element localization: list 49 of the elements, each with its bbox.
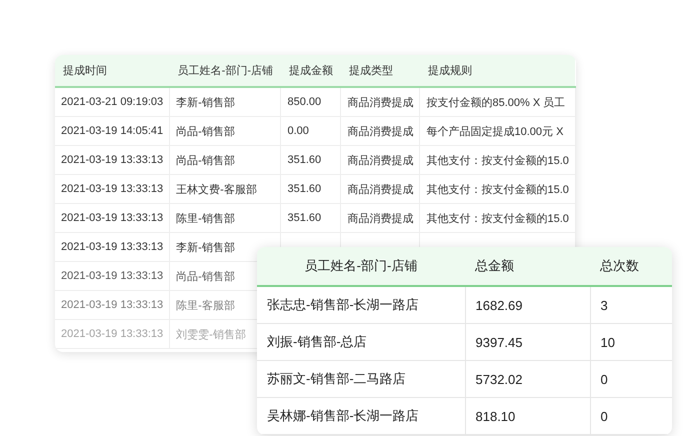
table-cell: 商品消费提成 xyxy=(340,146,420,174)
table-cell: 其他支付：按支付金额的15.0 xyxy=(420,174,576,204)
table-cell: 2021-03-19 13:33:13 xyxy=(55,174,170,204)
table-cell: 351.60 xyxy=(280,204,341,232)
table-cell: 按支付金额的85.00% X 员工 xyxy=(420,87,576,116)
column-header: 总金额 xyxy=(465,247,590,286)
table-cell: 吴林娜-销售部-长湖一路店 xyxy=(257,398,465,434)
table-cell: 商品消费提成 xyxy=(340,174,420,204)
table-cell: 818.10 xyxy=(465,398,590,434)
table-cell: 9397.45 xyxy=(465,324,590,360)
table-cell: 其他支付：按支付金额的15.0 xyxy=(420,146,576,174)
table-cell: 每个产品固定提成10.00元 X xyxy=(420,116,576,146)
column-header: 提成规则 xyxy=(420,55,576,87)
table-cell: 商品消费提成 xyxy=(340,116,420,146)
table-cell: 2021-03-19 14:05:41 xyxy=(55,116,170,146)
table-cell: 商品消费提成 xyxy=(340,87,420,116)
table-cell: 2021-03-21 09:19:03 xyxy=(55,87,170,116)
table-cell: 2021-03-19 13:33:13 xyxy=(55,262,170,290)
column-header: 提成时间 xyxy=(55,55,170,87)
table-cell: 刘振-销售部-总店 xyxy=(257,324,465,360)
table-cell: 351.60 xyxy=(280,146,341,174)
table-cell: 1682.69 xyxy=(465,286,590,324)
table-cell: 2021-03-19 13:33:13 xyxy=(55,290,170,320)
table-cell: 陈里-销售部 xyxy=(170,204,281,232)
table-cell: 李新-销售部 xyxy=(170,87,281,116)
table-cell: 0 xyxy=(590,398,672,434)
table-cell: 2021-03-19 13:33:13 xyxy=(55,232,170,262)
table-cell: 0.00 xyxy=(280,116,341,146)
table-cell: 2021-03-19 13:33:13 xyxy=(55,146,170,174)
column-header: 员工姓名-部门-店铺 xyxy=(257,247,465,286)
table-cell: 其他支付：按支付金额的15.0 xyxy=(420,204,576,232)
table-cell: 王林文费-客服部 xyxy=(170,174,281,204)
column-header: 提成类型 xyxy=(340,55,420,87)
table-cell: 850.00 xyxy=(280,87,341,116)
table-cell: 10 xyxy=(590,324,672,360)
table-cell: 2021-03-19 13:33:13 xyxy=(55,320,170,348)
table-cell: 351.60 xyxy=(280,174,341,204)
table-cell: 张志忠-销售部-长湖一路店 xyxy=(257,286,465,324)
table-cell: 尚品-销售部 xyxy=(170,146,281,174)
table-cell: 3 xyxy=(590,286,672,324)
table-cell: 商品消费提成 xyxy=(340,204,420,232)
column-header: 提成金额 xyxy=(280,55,341,87)
table-cell: 尚品-销售部 xyxy=(170,116,281,146)
table-cell: 5732.02 xyxy=(465,360,590,398)
table-cell: 2021-03-19 13:33:13 xyxy=(55,204,170,232)
column-header: 员工姓名-部门-店铺 xyxy=(170,55,281,87)
table-cell: 0 xyxy=(590,360,672,398)
column-header: 总次数 xyxy=(590,247,672,286)
table-cell: 苏丽文-销售部-二马路店 xyxy=(257,360,465,398)
